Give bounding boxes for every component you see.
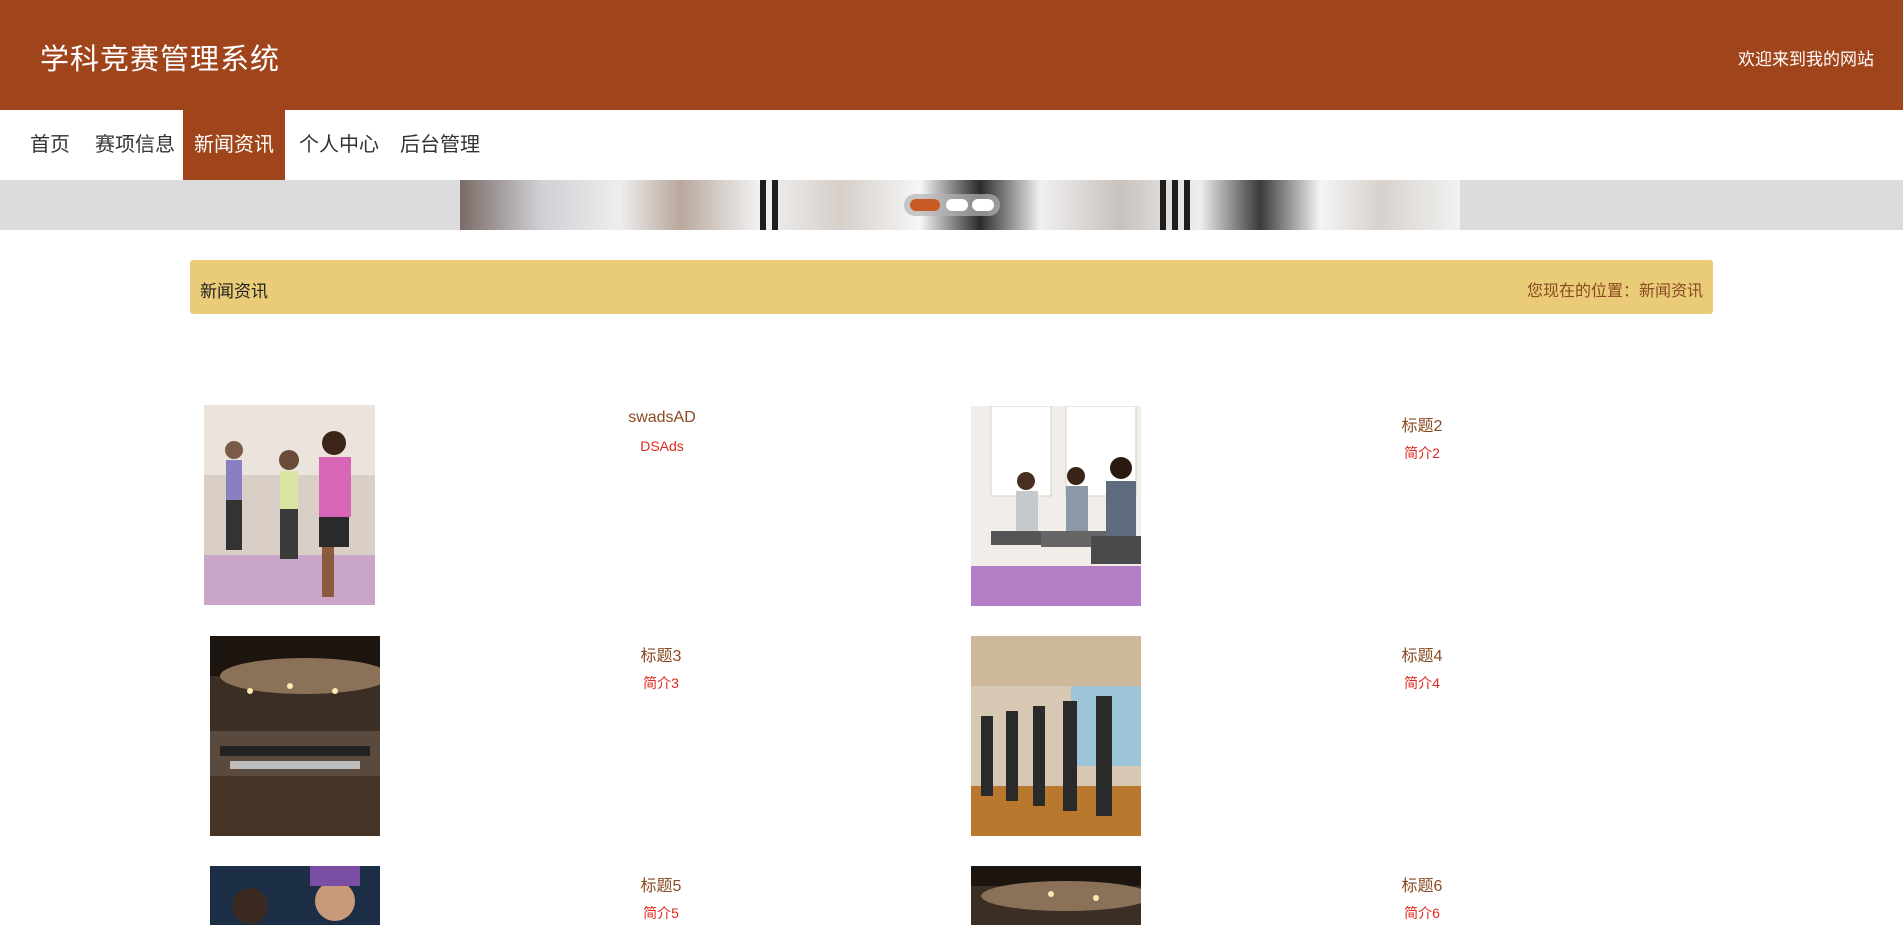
news-intro: DSAds bbox=[640, 438, 684, 454]
news-title[interactable]: 标题4 bbox=[1272, 642, 1572, 666]
news-thumbnail[interactable] bbox=[971, 866, 1141, 925]
site-title[interactable]: 学科竞赛管理系统 bbox=[40, 36, 280, 78]
news-title[interactable]: 标题2 bbox=[1272, 412, 1572, 436]
news-title[interactable]: 标题5 bbox=[511, 872, 811, 896]
nav-item-competitions[interactable]: 赛项信息 bbox=[85, 110, 185, 180]
site-header: 学科竞赛管理系统 欢迎来到我的网站 bbox=[0, 0, 1903, 110]
welcome-text: 欢迎来到我的网站 bbox=[1738, 50, 1874, 69]
carousel-indicators bbox=[904, 194, 1000, 216]
news-thumbnail[interactable] bbox=[971, 406, 1141, 606]
news-intro: 简介3 bbox=[643, 675, 679, 691]
page-title: 新闻资讯 bbox=[200, 282, 268, 301]
news-thumbnail[interactable] bbox=[210, 636, 380, 836]
news-intro: 简介6 bbox=[1404, 905, 1440, 921]
news-thumbnail[interactable] bbox=[971, 636, 1141, 836]
main-nav: 首页 赛项信息 新闻资讯 个人中心 后台管理 bbox=[0, 110, 1903, 180]
news-intro: 简介4 bbox=[1404, 675, 1440, 691]
nav-item-news[interactable]: 新闻资讯 bbox=[183, 110, 285, 180]
nav-item-personal-center[interactable]: 个人中心 bbox=[290, 110, 388, 180]
news-intro: 简介5 bbox=[643, 905, 679, 921]
news-title[interactable]: swadsAD bbox=[512, 409, 812, 427]
nav-item-admin[interactable]: 后台管理 bbox=[395, 110, 485, 180]
news-thumbnail[interactable] bbox=[204, 405, 375, 605]
nav-item-home[interactable]: 首页 bbox=[20, 110, 80, 180]
carousel-dot-1[interactable] bbox=[910, 199, 940, 211]
news-intro: 简介2 bbox=[1404, 445, 1440, 461]
news-thumbnail[interactable] bbox=[210, 866, 380, 925]
news-title[interactable]: 标题3 bbox=[511, 642, 811, 666]
carousel-dot-2[interactable] bbox=[946, 199, 968, 211]
breadcrumb-bar: 新闻资讯 您现在的位置：新闻资讯 bbox=[190, 260, 1713, 314]
carousel-dot-3[interactable] bbox=[972, 199, 994, 211]
news-title[interactable]: 标题6 bbox=[1272, 872, 1572, 896]
breadcrumb: 您现在的位置：新闻资讯 bbox=[1526, 283, 1703, 300]
